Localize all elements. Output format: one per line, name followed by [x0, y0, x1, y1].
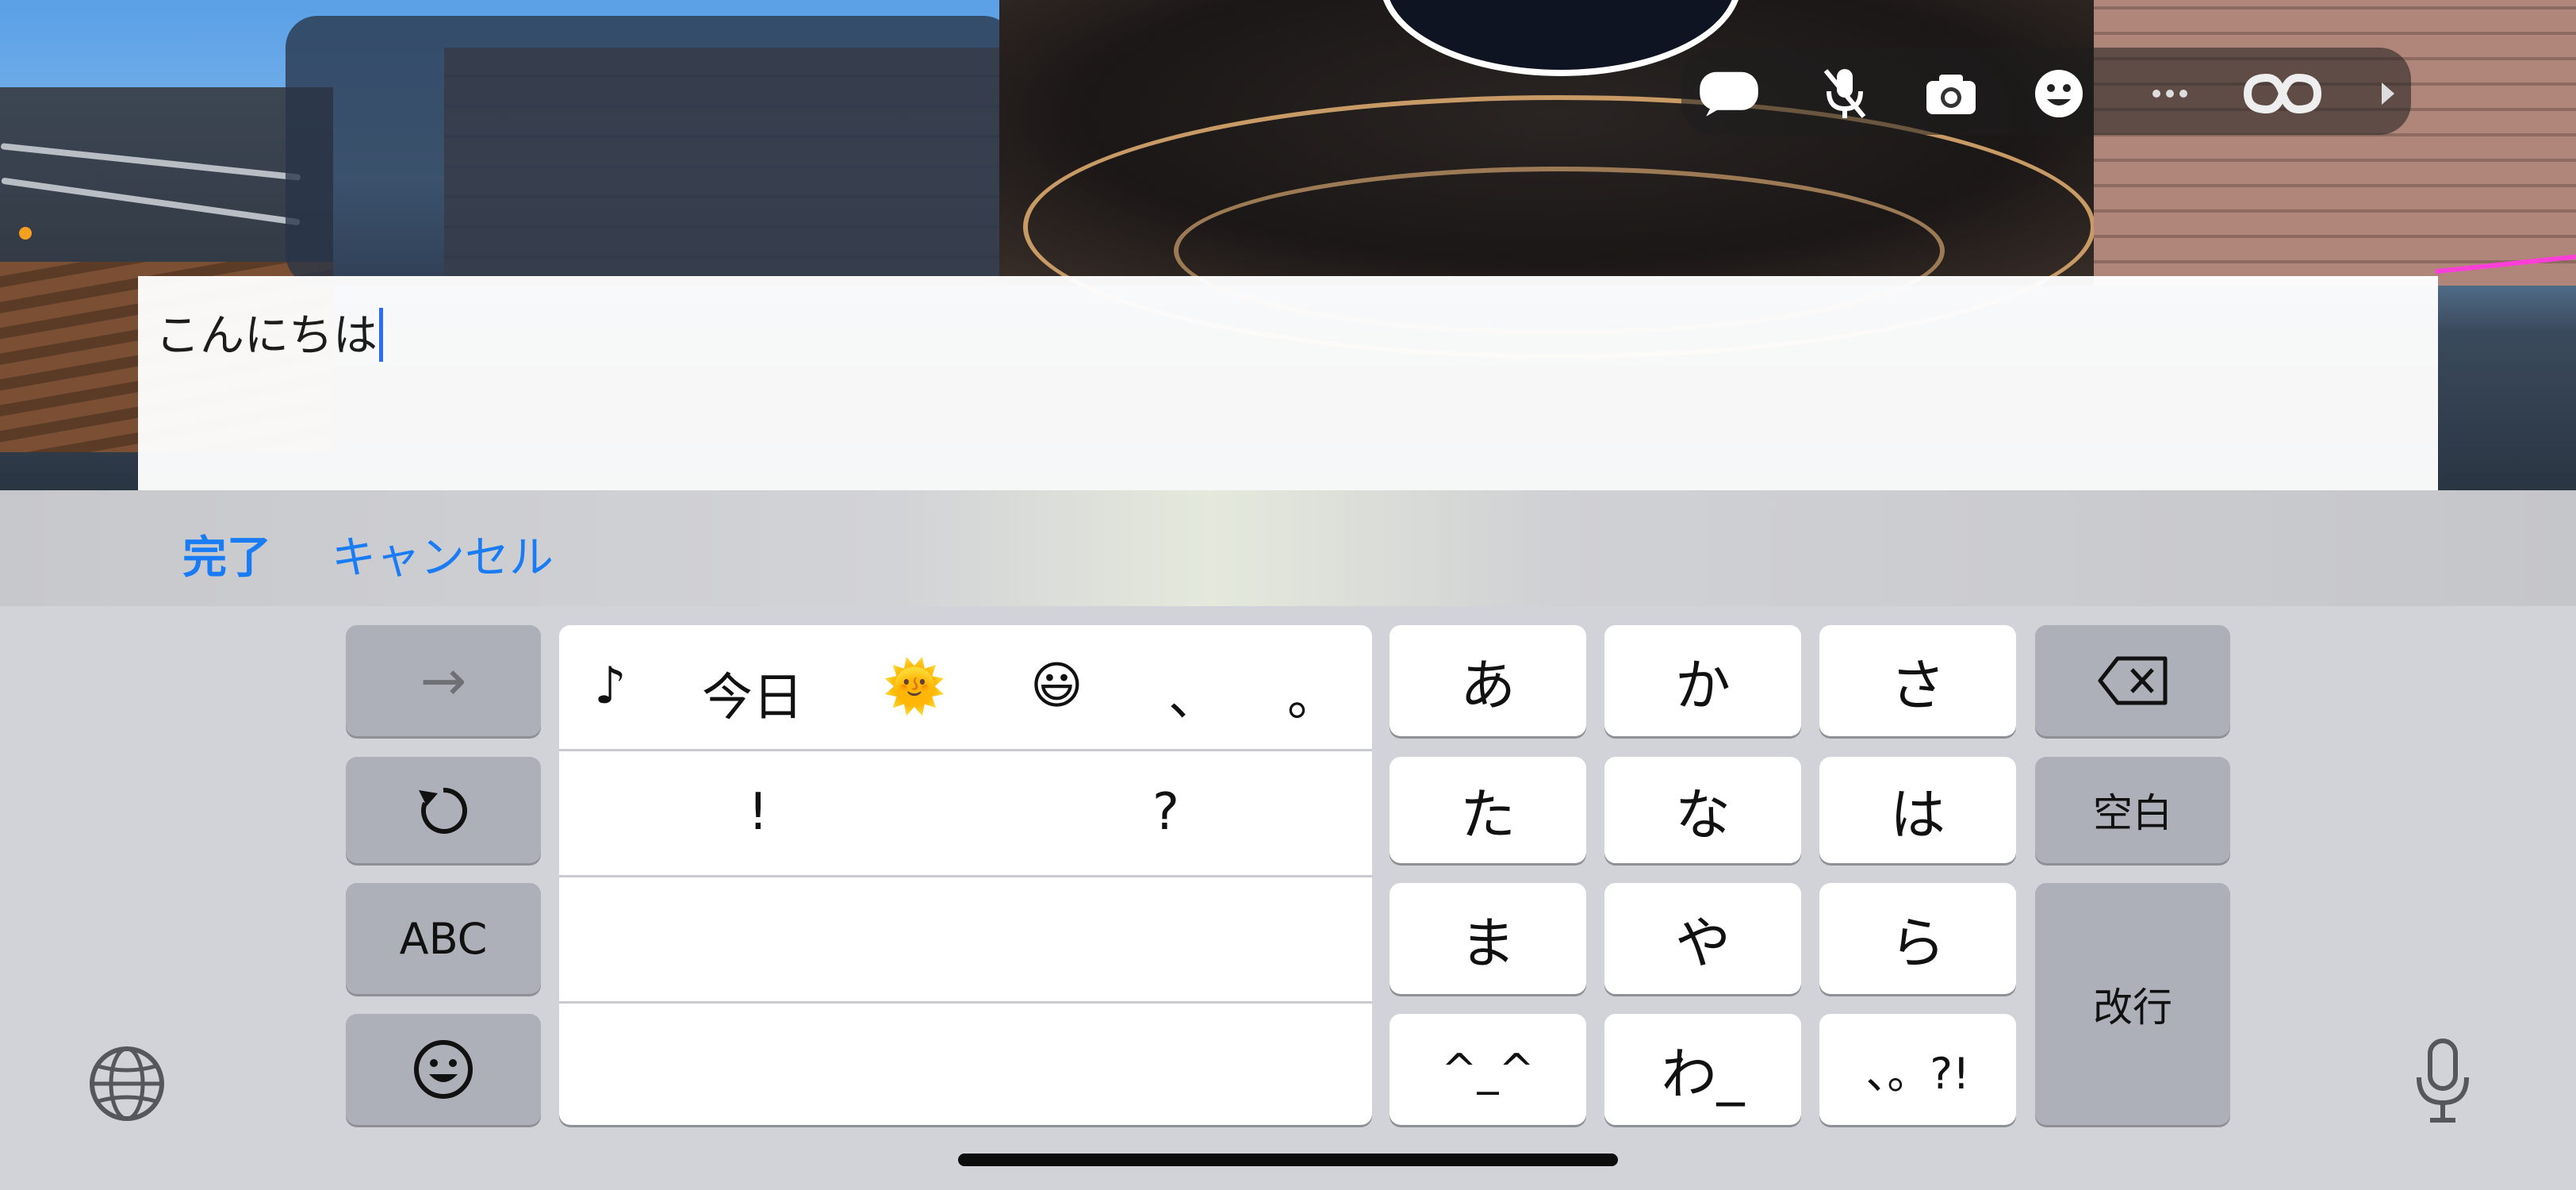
- candidate-item[interactable]: 、: [1168, 657, 1219, 730]
- kana-key-ya[interactable]: や: [1604, 883, 1801, 994]
- candidate-panel: ♪ 今日 🌞 😃 、 。 ! ?: [559, 625, 1372, 1125]
- kana-key-wa[interactable]: わ_: [1604, 1014, 1801, 1125]
- home-indicator: [958, 1154, 1618, 1166]
- kana-key-sa[interactable]: さ: [1819, 625, 2016, 736]
- chat-bubble-icon[interactable]: [1697, 62, 1761, 125]
- undo-icon: [419, 787, 467, 834]
- candidate-row: [559, 1004, 1372, 1125]
- arrow-key[interactable]: →: [346, 625, 541, 736]
- backspace-key[interactable]: [2035, 625, 2230, 736]
- candidate-item[interactable]: ♪: [594, 657, 627, 716]
- globe-icon[interactable]: [87, 1044, 167, 1123]
- kana-key-ma[interactable]: ま: [1390, 883, 1586, 994]
- input-value: こんにちは: [155, 310, 378, 362]
- abc-key[interactable]: ABC: [346, 883, 541, 994]
- kana-key-ta[interactable]: た: [1390, 757, 1586, 863]
- scene-brick-wall: [2094, 0, 2576, 286]
- kaomoji-key[interactable]: ^_^: [1390, 1014, 1586, 1125]
- more-icon[interactable]: [2138, 62, 2202, 125]
- candidate-row: ♪ 今日 🌞 😃 、 。: [559, 625, 1372, 751]
- kana-key-na[interactable]: な: [1604, 757, 1801, 863]
- backspace-icon: [2098, 656, 2168, 705]
- mic-muted-icon[interactable]: [1813, 62, 1876, 125]
- cancel-button[interactable]: キャンセル: [332, 522, 554, 586]
- candidate-item[interactable]: !: [748, 783, 769, 842]
- kana-key-ka[interactable]: か: [1604, 625, 1801, 736]
- candidate-row: ! ?: [559, 751, 1372, 877]
- undo-key[interactable]: [346, 757, 541, 863]
- input-text-content: こんにちは: [155, 300, 383, 364]
- return-key[interactable]: 改行: [2035, 883, 2230, 1125]
- punctuation-key[interactable]: 、。?!: [1819, 1014, 2016, 1125]
- text-caret: [379, 308, 383, 362]
- kana-key-a[interactable]: あ: [1390, 625, 1586, 736]
- text-input-field[interactable]: こんにちは: [138, 276, 2438, 490]
- candidate-item[interactable]: ?: [1152, 783, 1179, 842]
- candidate-item[interactable]: 🌞: [883, 657, 946, 716]
- candidate-item[interactable]: 😃: [1030, 657, 1083, 716]
- infinity-icon[interactable]: [2243, 62, 2322, 125]
- candidate-item[interactable]: 今日: [702, 657, 803, 730]
- camera-icon[interactable]: [1919, 62, 1983, 125]
- candidate-item[interactable]: 。: [1287, 657, 1338, 730]
- smiley-icon: [414, 1040, 473, 1099]
- arrow-right-icon[interactable]: [2356, 62, 2419, 125]
- scene-indicator-dot: [19, 227, 32, 240]
- microphone-icon[interactable]: [2411, 1038, 2474, 1125]
- emoji-face-icon[interactable]: [2027, 62, 2091, 125]
- kana-key-ha[interactable]: は: [1819, 757, 2016, 863]
- candidate-row: [559, 877, 1372, 1004]
- keyboard-accessory-bar: 完了 キャンセル: [0, 490, 2576, 606]
- done-button[interactable]: 完了: [182, 522, 271, 586]
- kana-key-ra[interactable]: ら: [1819, 883, 2016, 994]
- emoji-key[interactable]: [346, 1014, 541, 1125]
- scene-dark-panel: [286, 16, 1015, 286]
- space-key[interactable]: 空白: [2035, 757, 2230, 863]
